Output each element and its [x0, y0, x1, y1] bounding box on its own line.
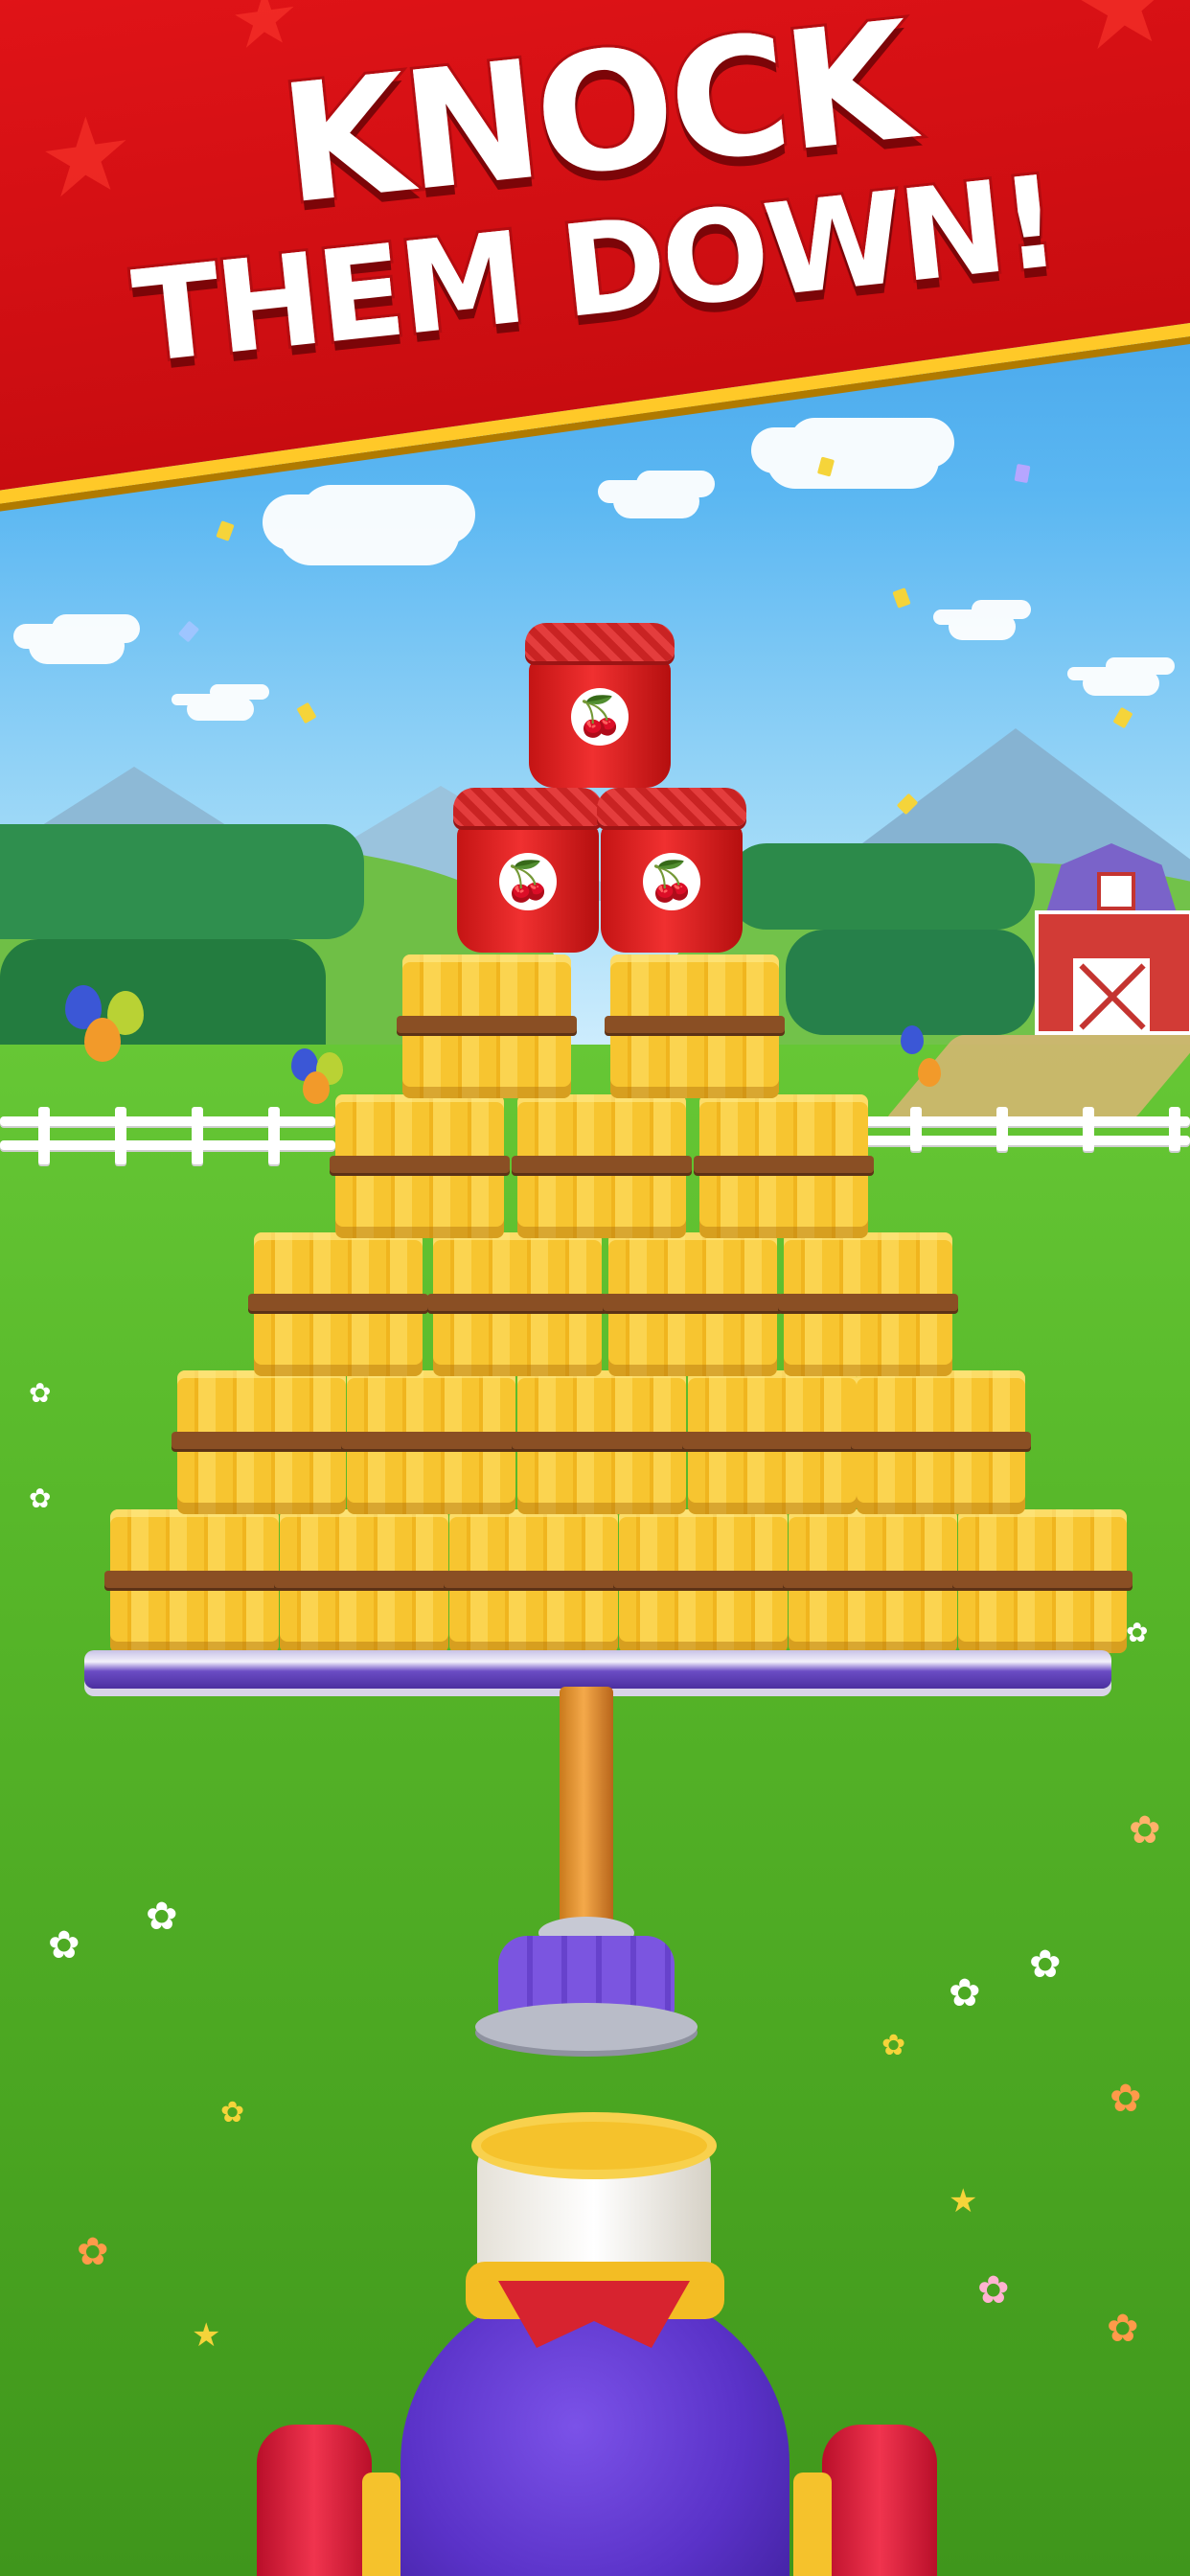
hay-bale-strap: [427, 1294, 607, 1311]
cannon-muzzle[interactable]: [471, 2112, 717, 2179]
hay-bale-strap: [603, 1294, 783, 1311]
hay-bale-strap: [248, 1294, 428, 1311]
hay-bale-strap: [512, 1432, 692, 1449]
hay-bale[interactable]: [274, 1509, 454, 1653]
hay-bale[interactable]: [613, 1509, 793, 1653]
hay-bale[interactable]: [444, 1509, 624, 1653]
tower-platform: [84, 1650, 1111, 1689]
hay-bale-strap: [851, 1432, 1031, 1449]
hay-bale[interactable]: [330, 1094, 510, 1238]
hay-bale-strap: [172, 1432, 352, 1449]
cannon-wheel-left: [257, 2425, 372, 2576]
hay-bale-strap: [613, 1571, 793, 1588]
hay-bale[interactable]: [248, 1232, 428, 1376]
jar-lid: [525, 623, 675, 661]
jam-jar[interactable]: 🍒: [453, 788, 603, 953]
hay-bale[interactable]: [682, 1370, 862, 1514]
hay-bale-strap: [444, 1571, 624, 1588]
hay-bale[interactable]: [952, 1509, 1133, 1653]
hay-bale-strap: [512, 1156, 692, 1173]
hay-bale[interactable]: [341, 1370, 521, 1514]
jam-jar[interactable]: 🍒: [525, 623, 675, 788]
hay-bale-strap: [397, 1016, 577, 1033]
hay-bale-strap: [682, 1432, 862, 1449]
hay-bale[interactable]: [512, 1094, 692, 1238]
hay-bale[interactable]: [605, 954, 785, 1098]
hay-bale[interactable]: [778, 1232, 958, 1376]
hay-bale-strap: [330, 1156, 510, 1173]
hay-bale[interactable]: [172, 1370, 352, 1514]
cannon-hub-right: [793, 2472, 832, 2576]
hay-bale-strap: [341, 1432, 521, 1449]
hay-bale-strap: [104, 1571, 285, 1588]
hay-bale-strap: [778, 1294, 958, 1311]
hay-bale[interactable]: [851, 1370, 1031, 1514]
jam-jar[interactable]: 🍒: [597, 788, 746, 953]
jar-lid: [453, 788, 603, 826]
hay-bale-strap: [605, 1016, 785, 1033]
game-scene[interactable]: ✿ ✿ ✿ ✿ ✿ ✿ ✿ ✿ ✿ ✿ ✿ ✿ ✿ ✿ ✿ ★ ★ ★ ★ ★ …: [0, 0, 1190, 2576]
hay-bale[interactable]: [512, 1370, 692, 1514]
hay-bale-strap: [694, 1156, 874, 1173]
hay-bale-strap: [952, 1571, 1133, 1588]
cannon-wheel-right: [822, 2425, 937, 2576]
hay-bale[interactable]: [694, 1094, 874, 1238]
hay-bale-strap: [783, 1571, 963, 1588]
hay-bale[interactable]: [397, 954, 577, 1098]
pole-base-plate: [475, 2003, 698, 2051]
hay-bale[interactable]: [104, 1509, 285, 1653]
cannon-hub-left: [362, 2472, 400, 2576]
platform-pole: [560, 1687, 613, 1945]
hay-bale-strap: [274, 1571, 454, 1588]
jar-lid: [597, 788, 746, 826]
cherry-icon: 🍒: [643, 853, 700, 910]
hay-bale[interactable]: [603, 1232, 783, 1376]
cherry-icon: 🍒: [571, 688, 629, 746]
hay-bale[interactable]: [427, 1232, 607, 1376]
hay-bale[interactable]: [783, 1509, 963, 1653]
cherry-icon: 🍒: [499, 853, 557, 910]
